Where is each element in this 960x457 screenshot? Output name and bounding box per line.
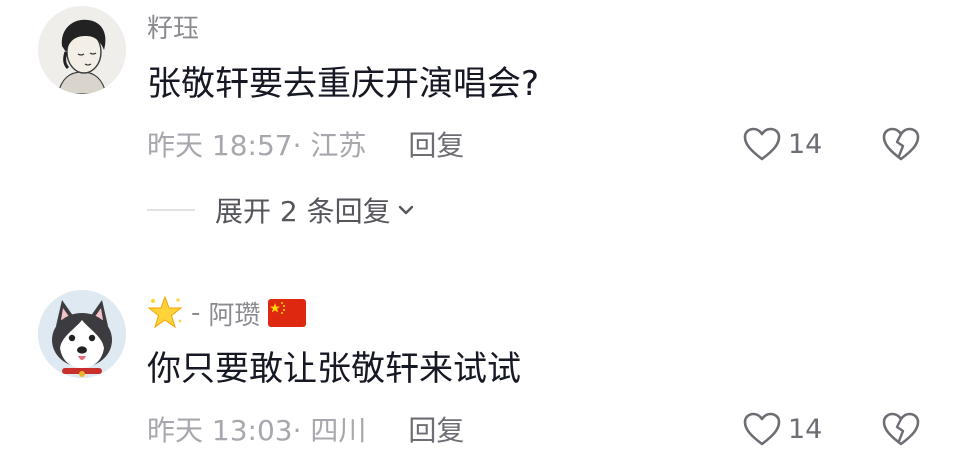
reply-button[interactable]: 回复: [408, 409, 464, 449]
comment-text: 你只要敢让张敬轩来试试: [147, 349, 521, 389]
like-button[interactable]: 14: [742, 124, 822, 164]
dislike-button[interactable]: [880, 124, 922, 164]
expand-replies-button[interactable]: 展开 2 条回复: [215, 190, 415, 230]
divider-line: [147, 209, 195, 211]
heart-outline-icon: [743, 127, 781, 161]
avatar-illustration: [38, 290, 126, 378]
like-count: 14: [788, 413, 823, 445]
comment-item: - 阿瓒 你只要敢让张敬轩来试试 昨天 13:03· 四川 回复 14: [0, 285, 960, 457]
comment-meta: 昨天 18:57· 江苏 回复: [147, 124, 464, 164]
star-emoji-icon: [147, 295, 183, 329]
comment-text: 张敬轩要去重庆开演唱会?: [147, 64, 540, 104]
broken-heart-icon: [882, 412, 920, 446]
reply-button[interactable]: 回复: [408, 124, 464, 164]
username-row: 籽珏: [147, 6, 199, 46]
timestamp-location: 昨天 13:03· 四川: [147, 414, 367, 447]
comment-meta: 昨天 13:03· 四川 回复: [147, 409, 464, 449]
avatar[interactable]: [38, 290, 126, 378]
china-flag-icon: [268, 299, 307, 327]
avatar-illustration: [38, 6, 126, 94]
avatar[interactable]: [38, 6, 126, 94]
broken-heart-icon: [882, 127, 920, 161]
expand-replies-row: 展开 2 条回复: [147, 190, 415, 230]
username[interactable]: 籽珏: [147, 8, 199, 45]
comment-item: 籽珏 张敬轩要去重庆开演唱会? 昨天 18:57· 江苏 回复 14 展开 2 …: [0, 0, 960, 250]
dislike-button[interactable]: [880, 409, 922, 449]
like-count: 14: [788, 128, 823, 160]
username-prefix: -: [191, 298, 201, 328]
chevron-down-icon: [398, 205, 413, 215]
expand-replies-label: 展开 2 条回复: [215, 195, 391, 228]
timestamp-location: 昨天 18:57· 江苏: [147, 129, 367, 162]
heart-outline-icon: [743, 412, 781, 446]
like-button[interactable]: 14: [742, 409, 822, 449]
username-row: - 阿瓒: [147, 293, 307, 333]
username[interactable]: 阿瓒: [208, 295, 260, 332]
